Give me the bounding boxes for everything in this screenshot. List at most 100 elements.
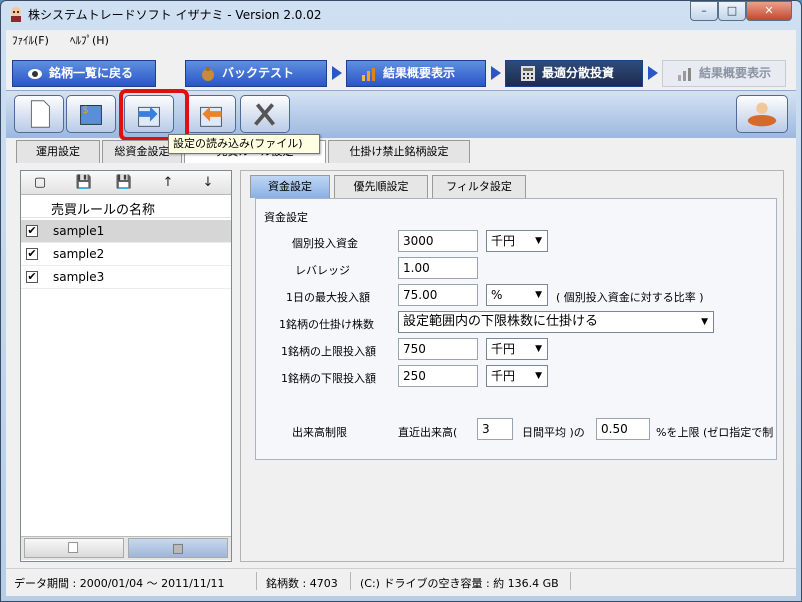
daily-max-label: 1日の最大投入額 [286, 291, 370, 304]
tab-result-2-label: 結果概要表示 [699, 66, 772, 80]
tools-button[interactable] [240, 95, 290, 133]
tab-result-label: 結果概要表示 [383, 66, 456, 80]
tab-result-summary[interactable]: 結果概要表示 [346, 60, 486, 87]
unit-value: 千円 [491, 342, 516, 356]
minimize-button[interactable]: – [690, 1, 718, 21]
add-rule-button[interactable] [24, 538, 124, 558]
trash-icon [173, 543, 183, 554]
individual-fund-unit-select[interactable]: 千円 ▼ [486, 230, 548, 252]
max-investment-label: 1銘柄の上限投入額 [281, 345, 376, 358]
chevron-down-icon: ▼ [535, 371, 542, 381]
rule-name: sample1 [53, 224, 105, 238]
menu-bar [6, 30, 796, 50]
volume-days-input[interactable]: 3 [477, 418, 513, 440]
tab-operation-settings[interactable]: 運用設定 [16, 140, 100, 163]
menu-file[interactable]: ﾌｧｲﾙ(F) [12, 32, 49, 48]
stock-count: 銘柄数 : 4703 [266, 577, 338, 590]
svg-text:$: $ [82, 105, 88, 116]
volume-text-3: %を上限 (ゼロ指定で制 [656, 426, 774, 439]
money-bag-icon [202, 67, 214, 81]
nav-arrow-icon [332, 66, 342, 80]
daily-max-note: ( 個別投入資金に対する比率 ) [556, 291, 704, 304]
tab-priority-settings[interactable]: 優先順設定 [334, 175, 428, 198]
rule-checkbox[interactable]: ✔ [26, 271, 38, 283]
group-title: 資金設定 [264, 211, 308, 224]
daily-max-input[interactable]: 75.00 [398, 284, 478, 306]
volume-text-2: 日間平均 )の [522, 426, 585, 439]
chevron-down-icon: ▼ [535, 236, 542, 246]
window-title: 株システムトレードソフト イザナミ - Version 2.0.02 [28, 8, 322, 22]
chart-icon [362, 68, 375, 81]
save-rule-icon[interactable]: 💾 [74, 174, 94, 192]
share-count-label: 1銘柄の仕掛け株数 [279, 318, 374, 331]
volume-text-1: 直近出来高( [398, 426, 458, 439]
move-down-icon[interactable]: ↓ [198, 174, 218, 192]
list-item[interactable]: ✔ sample3 [21, 266, 231, 289]
share-count-value: 設定範囲内の下限株数に仕掛ける [403, 314, 599, 329]
delete-rule-button[interactable] [128, 538, 228, 558]
eye-icon [28, 69, 42, 79]
individual-fund-input[interactable]: 3000 [398, 230, 478, 252]
currency-icon: $ [80, 105, 102, 125]
chevron-down-icon: ▼ [535, 344, 542, 354]
rule-name: sample3 [53, 270, 105, 284]
unit-value: % [491, 288, 503, 302]
new-rule-icon[interactable]: ▢ [30, 174, 50, 192]
rule-name: sample2 [53, 247, 105, 261]
volume-limit-label: 出来高制限 [292, 426, 347, 439]
new-document-icon [30, 100, 50, 128]
leverage-input[interactable]: 1.00 [398, 257, 478, 279]
calculator-icon [521, 66, 535, 81]
max-investment-unit-select[interactable]: 千円 ▼ [486, 338, 548, 360]
tab-filter-settings[interactable]: フィルタ設定 [432, 175, 526, 198]
data-period: データ期間 : 2000/01/04 ～ 2011/11/11 [14, 577, 225, 590]
tab-fund-settings[interactable]: 資金設定 [250, 175, 330, 198]
currency-button[interactable]: $ [66, 95, 116, 133]
tools-icon [254, 103, 275, 126]
status-separator [256, 572, 257, 590]
maximize-button[interactable]: □ [718, 1, 746, 21]
tab-backtest-label: バックテスト [222, 66, 295, 80]
chevron-down-icon: ▼ [535, 290, 542, 300]
status-separator [570, 572, 571, 590]
move-up-icon[interactable]: ↑ [158, 174, 178, 192]
trader-button[interactable] [736, 95, 788, 133]
tab-back-to-list[interactable]: 銘柄一覧に戻る [12, 60, 156, 87]
individual-fund-label: 個別投入資金 [292, 237, 358, 250]
app-icon [11, 7, 21, 22]
list-item[interactable]: ✔ sample1 [21, 220, 231, 243]
min-investment-label: 1銘柄の下限投入額 [281, 372, 376, 385]
min-investment-unit-select[interactable]: 千円 ▼ [486, 365, 548, 387]
max-investment-input[interactable]: 750 [398, 338, 478, 360]
min-investment-input[interactable]: 250 [398, 365, 478, 387]
share-count-select[interactable]: 設定範囲内の下限株数に仕掛ける ▼ [398, 311, 714, 333]
rule-checkbox[interactable]: ✔ [26, 248, 38, 260]
unit-value: 千円 [491, 369, 516, 383]
daily-max-unit-select[interactable]: % ▼ [486, 284, 548, 306]
save-as-rule-icon[interactable]: 💾 [114, 174, 134, 192]
tab-backtest[interactable]: バックテスト [185, 60, 327, 87]
volume-ratio-input[interactable]: 0.50 [596, 418, 650, 440]
menu-help[interactable]: ﾍﾙﾌﾟ(H) [70, 32, 109, 48]
leverage-label: レバレッジ [295, 264, 350, 277]
disk-free-space: (C:) ドライブの空き容量 : 約 136.4 GB [360, 577, 559, 590]
tooltip: 設定の読み込み(ファイル) [168, 134, 320, 154]
status-separator [350, 572, 351, 590]
export-settings-button[interactable] [186, 95, 236, 133]
export-icon [200, 106, 222, 127]
tab-banned-stocks[interactable]: 仕掛け禁止銘柄設定 [328, 140, 470, 163]
rule-checkbox[interactable]: ✔ [26, 225, 38, 237]
close-button[interactable]: ✕ [746, 1, 792, 21]
nav-arrow-icon [491, 66, 501, 80]
chart-icon [678, 68, 691, 81]
list-item[interactable]: ✔ sample2 [21, 243, 231, 266]
tab-optimal-label: 最適分散投資 [542, 66, 615, 80]
rule-name-column: 売買ルールの名称 [51, 203, 156, 218]
tab-back-label: 銘柄一覧に戻る [49, 66, 134, 80]
rule-list-header: 売買ルールの名称 [21, 196, 231, 218]
unit-value: 千円 [491, 234, 516, 248]
tab-optimal-allocation[interactable]: 最適分散投資 [505, 60, 643, 87]
add-rule-icon [68, 542, 79, 553]
chevron-down-icon: ▼ [701, 317, 708, 327]
new-button[interactable] [14, 95, 64, 133]
